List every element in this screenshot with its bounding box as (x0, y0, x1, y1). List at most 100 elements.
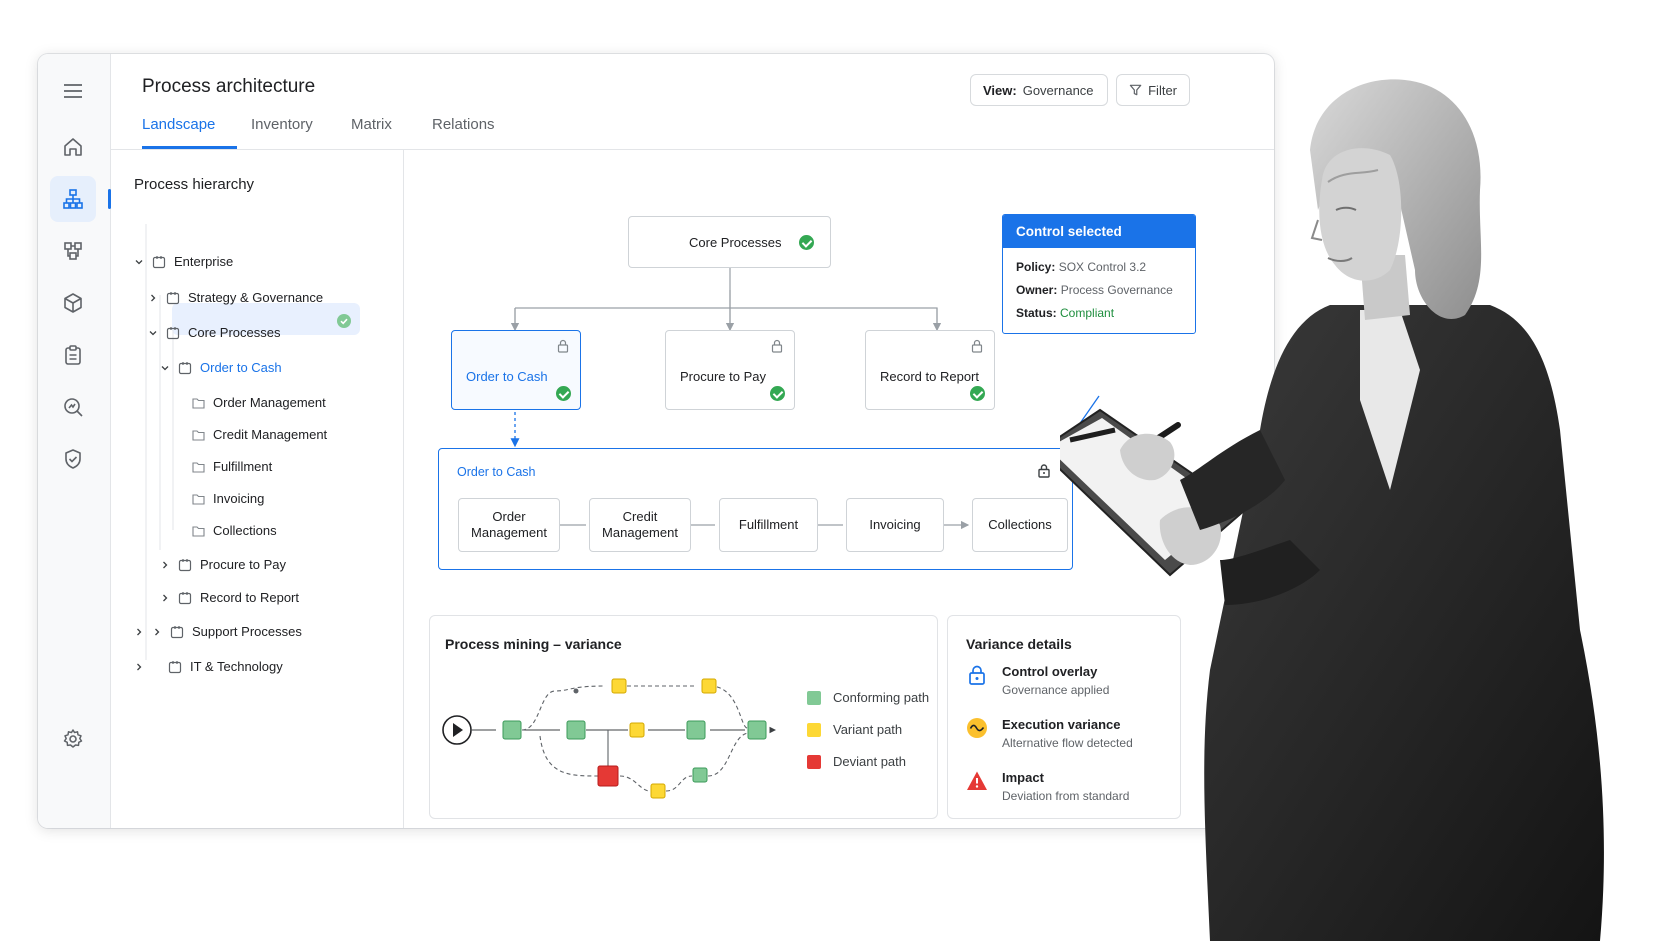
step-fulfillment[interactable]: Fulfillment (719, 498, 818, 552)
node-label: Order to Cash (466, 369, 548, 384)
tree-item-label: Credit Management (213, 427, 328, 442)
lock-icon (971, 339, 983, 353)
process-icon (178, 558, 192, 571)
folder-icon (192, 493, 205, 505)
tree-item-fulfillment[interactable]: Fulfillment (192, 459, 272, 474)
tab-inventory[interactable]: Inventory (251, 116, 313, 133)
legend-variant: Variant path (807, 722, 902, 737)
compliant-check-icon (770, 386, 785, 401)
tree-item-label: Record to Report (200, 590, 299, 605)
compliant-check-icon (556, 386, 571, 401)
warning-icon (967, 771, 987, 790)
step-line2: Management (602, 525, 678, 540)
step-collections[interactable]: Collections (972, 498, 1068, 552)
process-mining-card: Process mining – variance Conforming pat… (429, 615, 938, 819)
owner-label: Owner: (1016, 283, 1058, 297)
hierarchy-icon[interactable] (50, 176, 96, 222)
process-icon (166, 326, 180, 339)
nav-rail (38, 54, 111, 828)
node-label: Core Processes (689, 235, 782, 250)
order-to-cash-expanded: Order to Cash Order Management Credit Mana… (438, 448, 1073, 570)
step-line1: Credit (622, 509, 658, 524)
wave-icon (967, 718, 987, 738)
step-credit-management[interactable]: Credit Management (589, 498, 691, 552)
tree-item-procure-to-pay[interactable]: Procure to Pay (160, 557, 286, 572)
search-analytics-icon[interactable] (50, 384, 96, 430)
node-label: Procure to Pay (680, 369, 766, 384)
tree-item-core-processes[interactable]: Core Processes (148, 325, 280, 340)
tree-item-label: Collections (213, 523, 277, 538)
chevron-right-icon (163, 594, 168, 601)
tree-item-label: IT & Technology (190, 659, 283, 674)
shield-check-icon[interactable] (50, 436, 96, 482)
tab-matrix[interactable]: Matrix (351, 116, 392, 133)
tree-item-label: Invoicing (213, 491, 265, 506)
status-label: Status: (1016, 306, 1057, 320)
chevron-right-icon (137, 663, 142, 670)
process-icon (152, 255, 166, 268)
policy-label: Policy: (1016, 260, 1056, 274)
clipboard-icon[interactable] (50, 332, 96, 378)
folder-icon (192, 429, 205, 441)
process-icon (170, 625, 184, 638)
tree-item-support-processes[interactable]: Support Processes (134, 624, 302, 639)
tree-item-label: Strategy & Governance (188, 290, 324, 305)
tree-item-collections[interactable]: Collections (192, 523, 277, 538)
tree-item-label: Order Management (213, 395, 326, 410)
step-line1: Fulfillment (738, 517, 799, 532)
node-record-to-report[interactable]: Record to Report (865, 330, 995, 410)
compliant-check-icon (970, 386, 985, 401)
home-icon[interactable] (50, 124, 96, 170)
tree-item-record-to-report[interactable]: Record to Report (160, 590, 299, 605)
lock-icon (771, 339, 783, 353)
node-label: Record to Report (880, 369, 979, 384)
step-line1: Order (492, 509, 526, 524)
folder-icon (192, 461, 205, 473)
chevron-right-icon (137, 628, 142, 635)
gear-icon[interactable] (50, 716, 96, 762)
folder-icon (192, 397, 205, 409)
step-line2: Management (471, 525, 547, 540)
mining-flow-graph (442, 678, 939, 799)
person-photo (1060, 79, 1604, 941)
variance-title: Variance details (966, 636, 1072, 652)
tree-item-strategy-governance[interactable]: Strategy & Governance (148, 290, 323, 305)
tab-landscape[interactable]: Landscape (142, 116, 215, 133)
tree-item-order-management[interactable]: Order Management (192, 395, 326, 410)
step-order-management[interactable]: Order Management (458, 498, 560, 552)
view-label: View: (983, 82, 1017, 98)
step-line1: Invoicing (869, 517, 921, 532)
process-icon (168, 660, 182, 673)
menu-icon[interactable] (50, 68, 96, 114)
tree-item-label: Fulfillment (213, 459, 273, 474)
chevron-right-icon (163, 561, 168, 568)
tree-item-label: Core Processes (188, 325, 281, 340)
tree-item-enterprise[interactable]: Enterprise (134, 254, 233, 269)
chevron-down-icon (149, 330, 157, 335)
tab-relations[interactable]: Relations (432, 116, 495, 133)
lock-icon (969, 665, 985, 685)
cube-icon[interactable] (50, 280, 96, 326)
legend-deviant: Deviant path (807, 754, 906, 769)
process-icon (178, 361, 192, 374)
chevron-down-icon (135, 259, 143, 264)
process-map-icon[interactable] (50, 228, 96, 274)
step-line1: Collections (988, 517, 1052, 532)
legend-label: Variant path (833, 722, 903, 737)
tree-item-order-to-cash[interactable]: Order to Cash (160, 360, 282, 375)
tree-item-it-technology[interactable]: IT & Technology (134, 659, 283, 674)
legend-conforming: Conforming path (807, 690, 929, 705)
tree-item-label: Support Processes (192, 624, 302, 639)
compliant-check-icon (337, 314, 351, 328)
tree-item-invoicing[interactable]: Invoicing (192, 491, 264, 506)
folder-icon (192, 525, 205, 537)
tree-item-credit-management[interactable]: Credit Management (192, 427, 327, 442)
page-title: Process architecture (142, 76, 316, 97)
process-icon (166, 291, 180, 304)
step-invoicing[interactable]: Invoicing (846, 498, 944, 552)
node-core-processes[interactable]: Core Processes (628, 216, 831, 268)
node-order-to-cash[interactable]: Order to Cash (451, 330, 581, 410)
tree-item-label: Enterprise (174, 254, 234, 269)
node-procure-to-pay[interactable]: Procure to Pay (665, 330, 795, 410)
chevron-right-icon (151, 294, 156, 301)
